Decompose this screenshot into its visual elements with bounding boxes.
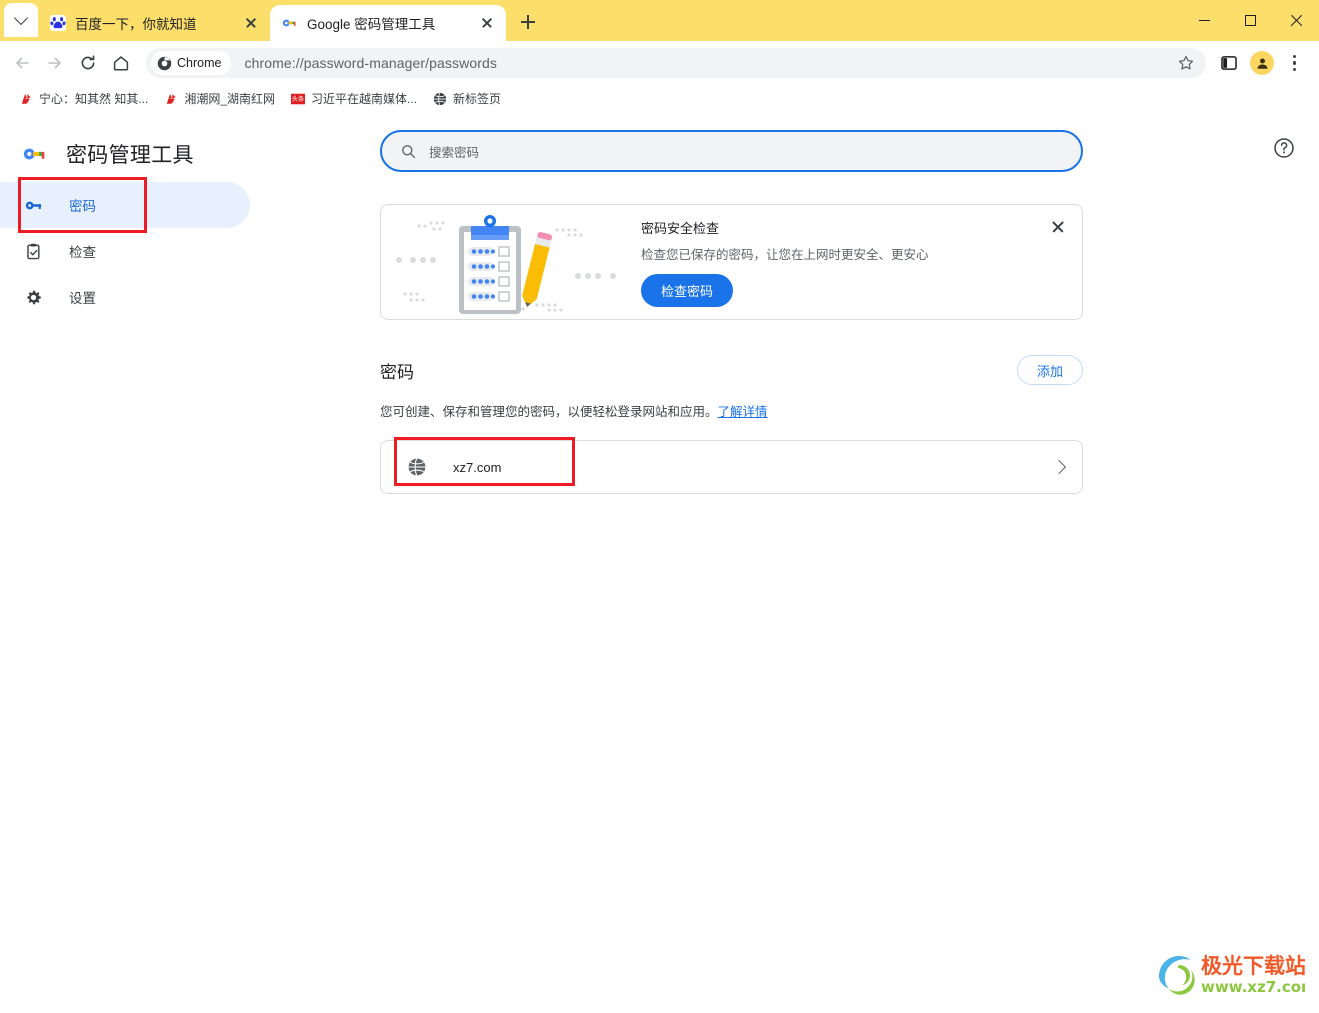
google-key-icon <box>282 19 296 27</box>
checkup-card-title: 密码安全检查 <box>641 220 720 236</box>
bookmark-item[interactable]: 湘潮网_湖南红网 <box>156 87 283 110</box>
help-circle-icon <box>1274 138 1294 158</box>
sidebar: 密码 检查 设置 <box>0 182 250 320</box>
browser-window: 百度一下，你就知道 Google 密码管理工具 Chrome chrome://… <box>0 0 1319 1013</box>
password-manager-page: 密码管理工具 密码 检查 设置 搜索密码 密码安全检查 检查您已保存的密码，让您… <box>0 116 1319 1013</box>
google-key-logo-icon <box>23 148 45 160</box>
red-icon <box>20 93 32 104</box>
add-password-button[interactable]: 添加 <box>1016 355 1083 385</box>
red-icon <box>166 93 177 104</box>
main-content: 搜索密码 密码安全检查 检查您已保存的密码，让您在上网时更安全、更安心 检查密码… <box>380 130 1083 494</box>
bookmark-item[interactable]: 头条 习近平在越南媒体... <box>283 87 425 110</box>
sidebar-item-settings[interactable]: 设置 <box>0 274 250 320</box>
star-icon <box>1178 55 1194 70</box>
profile-button[interactable] <box>1246 47 1278 79</box>
chrome-logo-icon <box>157 56 172 70</box>
bookmarks-bar: 宁心：知其然 知其... 湘潮网_湖南红网 头条 习近平在越南媒体... 新标签… <box>0 85 1319 113</box>
description-text: 您可创建、保存和管理您的密码，以便轻松登录网站和应用。 <box>380 405 718 419</box>
address-bar-url: chrome://password-manager/passwords <box>244 55 497 71</box>
sidebar-item-label: 检查 <box>69 245 96 260</box>
browser-menu-button[interactable] <box>1279 47 1311 79</box>
maximize-button[interactable] <box>1227 0 1273 41</box>
tab-title: 百度一下，你就知道 <box>75 17 197 32</box>
forward-arrow-icon <box>48 57 61 69</box>
passwords-section-title: 密码 <box>380 362 414 382</box>
clipboard-pencil-illustration <box>381 205 637 319</box>
watermark-url-text: www.xz7.com <box>1201 978 1305 996</box>
password-list: xz7.com <box>380 440 1083 494</box>
chrome-chip: Chrome <box>151 51 232 75</box>
home-button[interactable] <box>105 47 137 79</box>
window-controls <box>1181 0 1319 41</box>
home-icon <box>113 56 129 71</box>
password-list-item-xz7[interactable]: xz7.com <box>381 441 1082 493</box>
forward-button[interactable] <box>39 47 71 79</box>
chevron-right-icon[interactable] <box>1051 459 1067 475</box>
bookmark-star-button[interactable] <box>1170 47 1202 79</box>
search-password-field[interactable]: 搜索密码 <box>380 130 1083 172</box>
baidu-icon <box>50 15 66 31</box>
check-passwords-button[interactable]: 检查密码 <box>641 273 734 307</box>
bookmark-label: 宁心：知其然 知其... <box>39 92 149 106</box>
bookmark-item[interactable]: 宁心：知其然 知其... <box>11 87 156 110</box>
search-icon <box>402 144 416 158</box>
checkup-card-text: 密码安全检查 检查您已保存的密码，让您在上网时更安全、更安心 检查密码 <box>637 218 929 307</box>
bookmark-item[interactable]: 新标签页 <box>425 87 509 110</box>
sidebar-item-passwords[interactable]: 密码 <box>0 182 250 228</box>
person-icon <box>1257 57 1267 69</box>
tab-strip: 百度一下，你就知道 Google 密码管理工具 <box>0 0 1319 41</box>
help-button[interactable] <box>1272 136 1298 162</box>
new-tab-button[interactable] <box>514 8 542 36</box>
watermark-cn-text: 极光下载站 <box>1201 954 1305 978</box>
password-site-name: xz7.com <box>453 459 502 475</box>
checkup-card-subtitle: 检查您已保存的密码，让您在上网时更安全、更安心 <box>641 247 929 262</box>
passwords-section-header: 密码 添加 <box>380 355 1083 385</box>
checkup-icon <box>23 241 43 261</box>
avatar <box>1250 51 1274 75</box>
browser-toolbar: Chrome chrome://password-manager/passwor… <box>0 41 1319 85</box>
address-bar[interactable]: Chrome chrome://password-manager/passwor… <box>146 48 1206 78</box>
sidebar-item-checkup[interactable]: 检查 <box>0 228 250 274</box>
tab-close-icon[interactable] <box>242 14 260 32</box>
minimize-button[interactable] <box>1181 0 1227 41</box>
tab-close-icon[interactable] <box>478 14 496 32</box>
learn-more-link[interactable]: 了解详情 <box>718 405 768 419</box>
three-dot-menu-icon <box>1293 54 1297 72</box>
passwords-section-description: 您可创建、保存和管理您的密码，以便轻松登录网站和应用。了解详情 <box>380 401 1083 420</box>
side-panel-button[interactable] <box>1213 47 1245 79</box>
toutiao-icon: 头条 <box>291 93 306 104</box>
chrome-chip-label: Chrome <box>177 56 222 70</box>
side-panel-icon <box>1221 56 1237 70</box>
password-checkup-card: 密码安全检查 检查您已保存的密码，让您在上网时更安全、更安心 检查密码 <box>380 204 1083 320</box>
reload-button[interactable] <box>72 47 104 79</box>
sidebar-item-label: 设置 <box>69 291 96 306</box>
close-window-button[interactable] <box>1273 0 1319 41</box>
search-placeholder: 搜索密码 <box>429 145 480 160</box>
tab-password-manager[interactable]: Google 密码管理工具 <box>270 5 506 41</box>
sidebar-item-label: 密码 <box>69 199 96 214</box>
tab-search-button[interactable] <box>4 3 38 37</box>
globe-icon <box>408 458 426 476</box>
globe-icon <box>433 92 447 105</box>
key-icon <box>23 195 43 215</box>
gear-icon <box>23 287 43 307</box>
close-icon[interactable] <box>1046 215 1070 239</box>
back-button[interactable] <box>6 47 38 79</box>
reload-icon <box>81 55 95 70</box>
page-title: 密码管理工具 <box>66 144 194 167</box>
bookmark-label: 湘潮网_湖南红网 <box>184 92 276 106</box>
bookmark-label: 习近平在越南媒体... <box>311 92 418 106</box>
tab-baidu[interactable]: 百度一下，你就知道 <box>38 5 270 41</box>
bookmark-label: 新标签页 <box>453 92 502 106</box>
svg-text:头条: 头条 <box>292 95 304 103</box>
back-arrow-icon <box>16 57 29 69</box>
tab-title: Google 密码管理工具 <box>307 17 436 32</box>
watermark-logo: 极光下载站 www.xz7.com <box>1153 949 1317 999</box>
